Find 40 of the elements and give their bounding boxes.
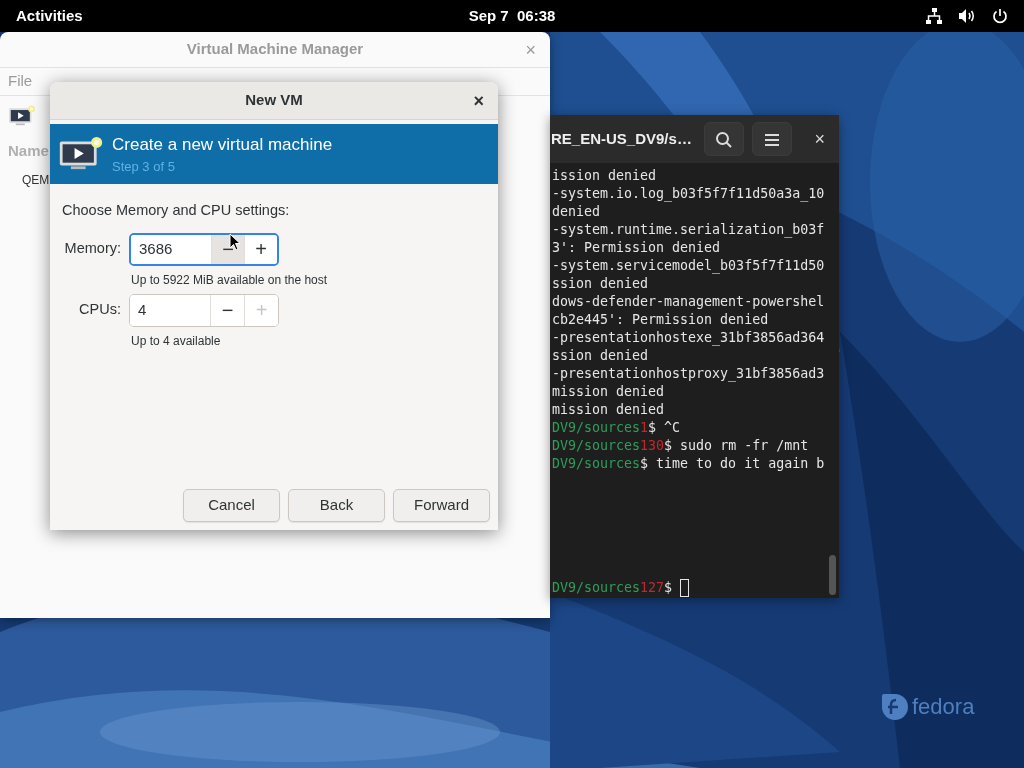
hint-text: Up to 4 available (131, 332, 222, 350)
column-header: Name (7, 141, 50, 161)
terminal-line: -system.runtime.serialization_b03f (551, 221, 826, 239)
increment-button[interactable]: + (244, 234, 277, 264)
spin-button[interactable]: 3686 − + (129, 232, 279, 266)
terminal-line: ission denied (551, 167, 658, 185)
terminal-line: dows-defender-management-powershel (551, 293, 826, 311)
clock[interactable]: Sep 7 06:38 (432, 4, 592, 28)
terminal-line: -system.io.log_b03f5f7f11d50a3a_10 (551, 185, 826, 203)
terminal-line: 3': Permission denied (551, 239, 722, 257)
header-title: Create a new virtual machine (112, 133, 333, 156)
terminal-line: cb2e445': Permission denied (551, 311, 770, 329)
terminal-line: mission denied (551, 383, 666, 401)
logo-text: fedora (912, 693, 975, 721)
terminal-line: DV9/sources1$ ^C (551, 419, 682, 437)
dialog-button[interactable]: Back (288, 489, 385, 522)
step-indicator: Step 3 of 5 (112, 158, 176, 176)
terminal-line: ssion denied (551, 347, 650, 365)
terminal-line: -presentationhostproxy_31bf3856ad3 (551, 365, 826, 383)
field-label: Memory: (63, 239, 121, 259)
terminal-line: DV9/sources130$ sudo rm -fr /mnt (551, 437, 810, 455)
terminal-line: mission denied (551, 401, 666, 419)
list-item[interactable]: QEM (22, 170, 50, 189)
window-title: RE_EN-US_DV9/s… (550, 128, 693, 149)
terminal-line: ssion denied (551, 275, 650, 293)
close-button[interactable]: × (467, 89, 490, 112)
activities-button[interactable]: Activities (16, 4, 83, 28)
dialog-title: New VM (245, 90, 303, 111)
terminal-line: DV9/sources$ time to do it again b (551, 455, 826, 473)
terminal-line: -system.servicemodel_b03f5f7f11d50 (551, 257, 826, 275)
field-label: CPUs: (78, 300, 121, 320)
close-button[interactable]: × (808, 128, 831, 150)
terminal-line: denied (551, 203, 602, 221)
dialog-button[interactable]: Forward (393, 489, 490, 522)
hint-text: Up to 5922 MiB available on the host (131, 271, 329, 289)
section-label: Choose Memory and CPU settings: (62, 201, 291, 220)
dialog-button[interactable]: Cancel (183, 489, 280, 522)
terminal-line: -presentationhostexe_31bf3856ad364 (551, 329, 826, 347)
window-title: Virtual Machine Manager (186, 39, 364, 60)
terminal-line: DV9/sources127$ (550, 579, 690, 597)
